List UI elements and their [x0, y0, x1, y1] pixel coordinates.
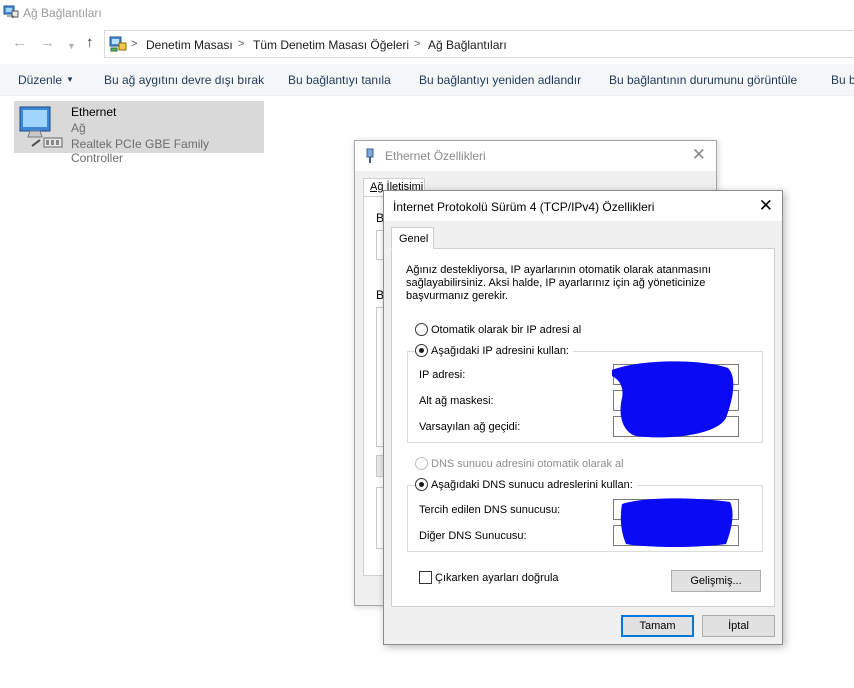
address-bar[interactable]: > Denetim Masası > Tüm Denetim Masası Öğ… [104, 30, 854, 58]
breadcrumb-item-control-panel[interactable]: Denetim Masası [146, 38, 233, 52]
ip-manual-label: Aşağıdaki IP adresini kullan: [431, 344, 569, 357]
alternate-dns-label: Diğer DNS Sunucusu: [419, 530, 527, 542]
preferred-dns-input[interactable] [613, 499, 739, 520]
organize-label: Düzenle [18, 73, 63, 87]
breadcrumb-separator: > [238, 38, 245, 50]
breadcrumb-separator: > [131, 38, 138, 50]
close-icon[interactable]: ✕ [759, 197, 773, 214]
ethernet-adapter-icon [18, 104, 66, 153]
cancel-button[interactable]: İptal [702, 615, 775, 637]
rename-connection-button[interactable]: Bu bağlantıyı yeniden adlandır [419, 73, 581, 87]
subnet-mask-label: Alt ağ maskesi: [419, 395, 494, 407]
connection-name: Ethernet [71, 105, 117, 119]
close-icon[interactable]: ✕ [692, 146, 706, 163]
dns-manual-radio[interactable] [415, 478, 428, 491]
dialog-title: İnternet Protokolü Sürüm 4 (TCP/IPv4) Öz… [393, 200, 655, 214]
connection-adapter: Realtek PCIe GBE Family Controller [71, 137, 210, 165]
preferred-dns-label: Tercih edilen DNS sunucusu: [419, 504, 561, 516]
dialog-title: Ethernet Özellikleri [385, 149, 486, 163]
forward-arrow-icon[interactable]: → [40, 35, 55, 50]
dns-manual-label: Aşağıdaki DNS sunucu adreslerini kullan: [431, 478, 633, 491]
address-row: ← → ▼ ↑ > Denetim Masası > Tüm Denetim M… [0, 28, 854, 60]
ip-manual-option[interactable]: Aşağıdaki IP adresini kullan: [415, 344, 573, 357]
default-gateway-input[interactable] [613, 416, 739, 437]
ip-address-label: IP adresi: [419, 369, 466, 381]
dialog-titlebar: İnternet Protokolü Sürüm 4 (TCP/IPv4) Öz… [384, 191, 782, 221]
breadcrumb-separator: > [414, 38, 421, 50]
ipv4-properties-dialog: İnternet Protokolü Sürüm 4 (TCP/IPv4) Öz… [383, 190, 783, 645]
network-connections-icon [3, 4, 19, 23]
general-panel: Ağınız destekliyorsa, IP ayarlarının oto… [391, 248, 775, 607]
window-title: Ağ Bağlantıları [23, 6, 102, 20]
dns-auto-label: DNS sunucu adresini otomatik olarak al [431, 457, 624, 470]
ip-auto-radio[interactable] [415, 323, 428, 336]
ip-manual-radio[interactable] [415, 344, 428, 357]
disable-device-button[interactable]: Bu ağ aygıtını devre dışı bırak [104, 73, 264, 87]
organize-menu[interactable]: Düzenle ▼ [18, 73, 74, 87]
ip-auto-option[interactable]: Otomatik olarak bir IP adresi al [415, 323, 581, 336]
validate-settings-checkbox[interactable] [419, 571, 432, 584]
description-text: Ağınız destekliyorsa, IP ayarlarının oto… [406, 264, 711, 302]
diagnose-connection-button[interactable]: Bu bağlantıyı tanıla [288, 73, 391, 87]
connection-network: Ağ [71, 121, 86, 135]
view-status-button[interactable]: Bu bağlantının durumunu görüntüle [609, 73, 797, 87]
ok-button[interactable]: Tamam [621, 615, 694, 637]
dns-auto-option: DNS sunucu adresini otomatik olarak al [415, 457, 624, 470]
ip-auto-label: Otomatik olarak bir IP adresi al [431, 323, 582, 336]
up-arrow-icon[interactable]: ↑ [86, 35, 94, 50]
back-arrow-icon[interactable]: ← [12, 35, 27, 50]
breadcrumb-item-network-connections[interactable]: Ağ Bağlantıları [428, 38, 507, 52]
advanced-button[interactable]: Gelişmiş... [671, 570, 761, 592]
default-gateway-label: Varsayılan ağ geçidi: [419, 421, 521, 433]
dns-auto-radio [415, 457, 428, 470]
validate-settings-label: Çıkarken ayarları doğrula [435, 571, 559, 584]
window-titlebar: Ağ Bağlantıları [0, 0, 854, 26]
validate-settings-option[interactable]: Çıkarken ayarları doğrula [419, 571, 559, 584]
tab-general[interactable]: Genel [391, 227, 434, 249]
dns-manual-option[interactable]: Aşağıdaki DNS sunucu adreslerini kullan: [415, 478, 637, 491]
alternate-dns-input[interactable] [613, 525, 739, 546]
more-command-button[interactable]: Bu b [831, 73, 854, 87]
breadcrumb-item-all-items[interactable]: Tüm Denetim Masası Öğeleri [253, 38, 409, 52]
dialog-titlebar: Ethernet Özellikleri ✕ [355, 141, 716, 171]
chevron-down-icon[interactable]: ▼ [67, 39, 76, 53]
command-bar: Düzenle ▼ Bu ağ aygıtını devre dışı bırak… [0, 64, 854, 96]
subnet-mask-input[interactable] [613, 390, 739, 411]
ip-address-input[interactable] [613, 364, 739, 385]
ethernet-connection-item[interactable]: Ethernet Ağ Realtek PCIe GBE Family Cont… [14, 101, 264, 165]
network-cable-icon [363, 148, 377, 167]
control-panel-icon [109, 35, 127, 56]
chevron-down-icon: ▼ [66, 75, 74, 84]
